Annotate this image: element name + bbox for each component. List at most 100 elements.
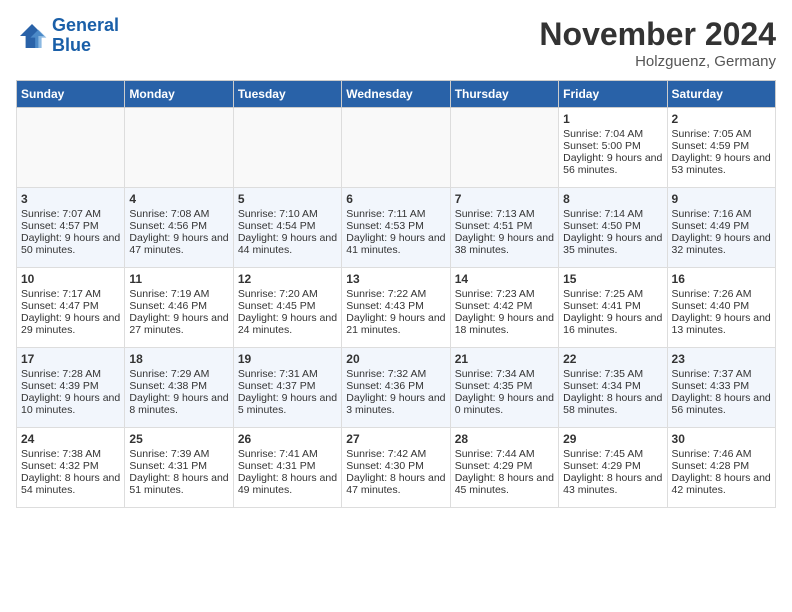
day-info: Daylight: 9 hours and 10 minutes. xyxy=(21,392,120,416)
day-info: Sunrise: 7:10 AM xyxy=(238,208,337,220)
calendar-cell: 21Sunrise: 7:34 AMSunset: 4:35 PMDayligh… xyxy=(450,348,558,428)
day-info: Sunset: 4:29 PM xyxy=(455,460,554,472)
calendar-cell: 30Sunrise: 7:46 AMSunset: 4:28 PMDayligh… xyxy=(667,428,775,508)
day-info: Sunset: 4:32 PM xyxy=(21,460,120,472)
day-info: Sunrise: 7:04 AM xyxy=(563,128,662,140)
calendar-cell: 7Sunrise: 7:13 AMSunset: 4:51 PMDaylight… xyxy=(450,188,558,268)
day-header-sunday: Sunday xyxy=(17,81,125,108)
day-info: Sunset: 4:31 PM xyxy=(238,460,337,472)
day-info: Sunset: 5:00 PM xyxy=(563,140,662,152)
calendar-cell: 24Sunrise: 7:38 AMSunset: 4:32 PMDayligh… xyxy=(17,428,125,508)
day-info: Daylight: 9 hours and 50 minutes. xyxy=(21,232,120,256)
day-info: Sunrise: 7:19 AM xyxy=(129,288,228,300)
day-info: Sunset: 4:29 PM xyxy=(563,460,662,472)
day-info: Sunrise: 7:22 AM xyxy=(346,288,445,300)
calendar-cell: 29 Sunrise: 7:45 AMSunset: 4:29 PMDayligh… xyxy=(559,428,667,508)
day-info: Sunrise: 7:37 AM xyxy=(672,368,771,380)
day-number: 5 xyxy=(238,192,337,206)
calendar-week-row: 3Sunrise: 7:07 AMSunset: 4:57 PMDaylight… xyxy=(17,188,776,268)
day-info: Sunrise: 7:39 AM xyxy=(129,448,228,460)
location: Holzguenz, Germany xyxy=(539,53,776,70)
day-info: Sunrise: 7:38 AM xyxy=(21,448,120,460)
day-number: 19 xyxy=(238,352,337,366)
day-info: Sunset: 4:36 PM xyxy=(346,380,445,392)
logo-text: General Blue xyxy=(52,16,119,56)
calendar-cell: 13Sunrise: 7:22 AMSunset: 4:43 PMDayligh… xyxy=(342,268,450,348)
calendar-cell: 20Sunrise: 7:32 AMSunset: 4:36 PMDayligh… xyxy=(342,348,450,428)
day-info: Daylight: 9 hours and 24 minutes. xyxy=(238,312,337,336)
calendar-cell xyxy=(342,108,450,188)
day-number: 18 xyxy=(129,352,228,366)
day-info: Sunset: 4:59 PM xyxy=(672,140,771,152)
calendar-cell: 23Sunrise: 7:37 AMSunset: 4:33 PMDayligh… xyxy=(667,348,775,428)
calendar-cell: 17Sunrise: 7:28 AMSunset: 4:39 PMDayligh… xyxy=(17,348,125,428)
day-info: Sunrise: 7:32 AM xyxy=(346,368,445,380)
day-info: Sunset: 4:56 PM xyxy=(129,220,228,232)
day-number: 7 xyxy=(455,192,554,206)
day-info: Sunset: 4:46 PM xyxy=(129,300,228,312)
calendar-week-row: 24Sunrise: 7:38 AMSunset: 4:32 PMDayligh… xyxy=(17,428,776,508)
calendar-cell xyxy=(125,108,233,188)
calendar-week-row: 1 Sunrise: 7:04 AMSunset: 5:00 PM Daylight… xyxy=(17,108,776,188)
day-number: 21 xyxy=(455,352,554,366)
day-info: Daylight: 9 hours and 5 minutes. xyxy=(238,392,337,416)
day-info: Sunrise: 7:14 AM xyxy=(563,208,662,220)
day-info: Sunset: 4:38 PM xyxy=(129,380,228,392)
day-info: Sunrise: 7:35 AM xyxy=(563,368,662,380)
day-info: Sunrise: 7:11 AM xyxy=(346,208,445,220)
day-info: Sunset: 4:31 PM xyxy=(129,460,228,472)
day-info: Sunrise: 7:16 AM xyxy=(672,208,771,220)
day-info: Daylight: 9 hours and 29 minutes. xyxy=(21,312,120,336)
day-number: 29 xyxy=(563,432,662,446)
day-info: Sunrise: 7:31 AM xyxy=(238,368,337,380)
day-header-monday: Monday xyxy=(125,81,233,108)
day-number: 20 xyxy=(346,352,445,366)
day-number: 30 xyxy=(672,432,771,446)
logo: General Blue xyxy=(16,16,119,56)
calendar-cell: 12Sunrise: 7:20 AMSunset: 4:45 PMDayligh… xyxy=(233,268,341,348)
day-info: Daylight: 9 hours and 35 minutes. xyxy=(563,232,662,256)
day-number: 8 xyxy=(563,192,662,206)
day-info: Sunrise: 7:07 AM xyxy=(21,208,120,220)
day-number: 6 xyxy=(346,192,445,206)
day-header-friday: Friday xyxy=(559,81,667,108)
day-info: Sunset: 4:39 PM xyxy=(21,380,120,392)
day-info: Daylight: 8 hours and 43 minutes. xyxy=(563,472,662,496)
day-info: Daylight: 9 hours and 53 minutes. xyxy=(672,152,771,176)
calendar-cell: 2Sunrise: 7:05 AMSunset: 4:59 PMDaylight… xyxy=(667,108,775,188)
day-info: Sunrise: 7:45 AM xyxy=(563,448,662,460)
day-number: 3 xyxy=(21,192,120,206)
day-info: Sunrise: 7:26 AM xyxy=(672,288,771,300)
day-info: Sunrise: 7:41 AM xyxy=(238,448,337,460)
calendar-cell: 1Sunrise: 7:04 AMSunset: 5:00 PMDaylight… xyxy=(559,108,667,188)
day-info: Sunrise: 7:23 AM xyxy=(455,288,554,300)
calendar-cell: 14Sunrise: 7:23 AMSunset: 4:42 PMDayligh… xyxy=(450,268,558,348)
calendar-cell: 28Sunrise: 7:44 AMSunset: 4:29 PMDayligh… xyxy=(450,428,558,508)
day-number: 13 xyxy=(346,272,445,286)
day-info: Sunset: 4:34 PM xyxy=(563,380,662,392)
day-info: Sunset: 4:41 PM xyxy=(563,300,662,312)
day-number: 1 xyxy=(563,112,662,126)
calendar-cell: 5Sunrise: 7:10 AMSunset: 4:54 PMDaylight… xyxy=(233,188,341,268)
day-info: Sunrise: 7:44 AM xyxy=(455,448,554,460)
day-info: Daylight: 9 hours and 47 minutes. xyxy=(129,232,228,256)
day-header-wednesday: Wednesday xyxy=(342,81,450,108)
day-info: Daylight: 9 hours and 27 minutes. xyxy=(129,312,228,336)
calendar-cell: 9Sunrise: 7:16 AMSunset: 4:49 PMDaylight… xyxy=(667,188,775,268)
day-number: 15 xyxy=(563,272,662,286)
calendar-cell: 4Sunrise: 7:08 AMSunset: 4:56 PMDaylight… xyxy=(125,188,233,268)
day-number: 14 xyxy=(455,272,554,286)
calendar-cell xyxy=(450,108,558,188)
day-info: Daylight: 8 hours and 45 minutes. xyxy=(455,472,554,496)
day-info: Sunrise: 7:17 AM xyxy=(21,288,120,300)
calendar-cell: 10Sunrise: 7:17 AMSunset: 4:47 PMDayligh… xyxy=(17,268,125,348)
calendar-cell xyxy=(17,108,125,188)
day-info: Daylight: 9 hours and 32 minutes. xyxy=(672,232,771,256)
day-number: 2 xyxy=(672,112,771,126)
day-info: Daylight: 9 hours and 13 minutes. xyxy=(672,312,771,336)
day-number: 16 xyxy=(672,272,771,286)
day-info: Sunset: 4:40 PM xyxy=(672,300,771,312)
day-info: Daylight: 8 hours and 47 minutes. xyxy=(346,472,445,496)
page-header: General Blue November 2024 Holzguenz, Ge… xyxy=(16,16,776,70)
day-header-tuesday: Tuesday xyxy=(233,81,341,108)
